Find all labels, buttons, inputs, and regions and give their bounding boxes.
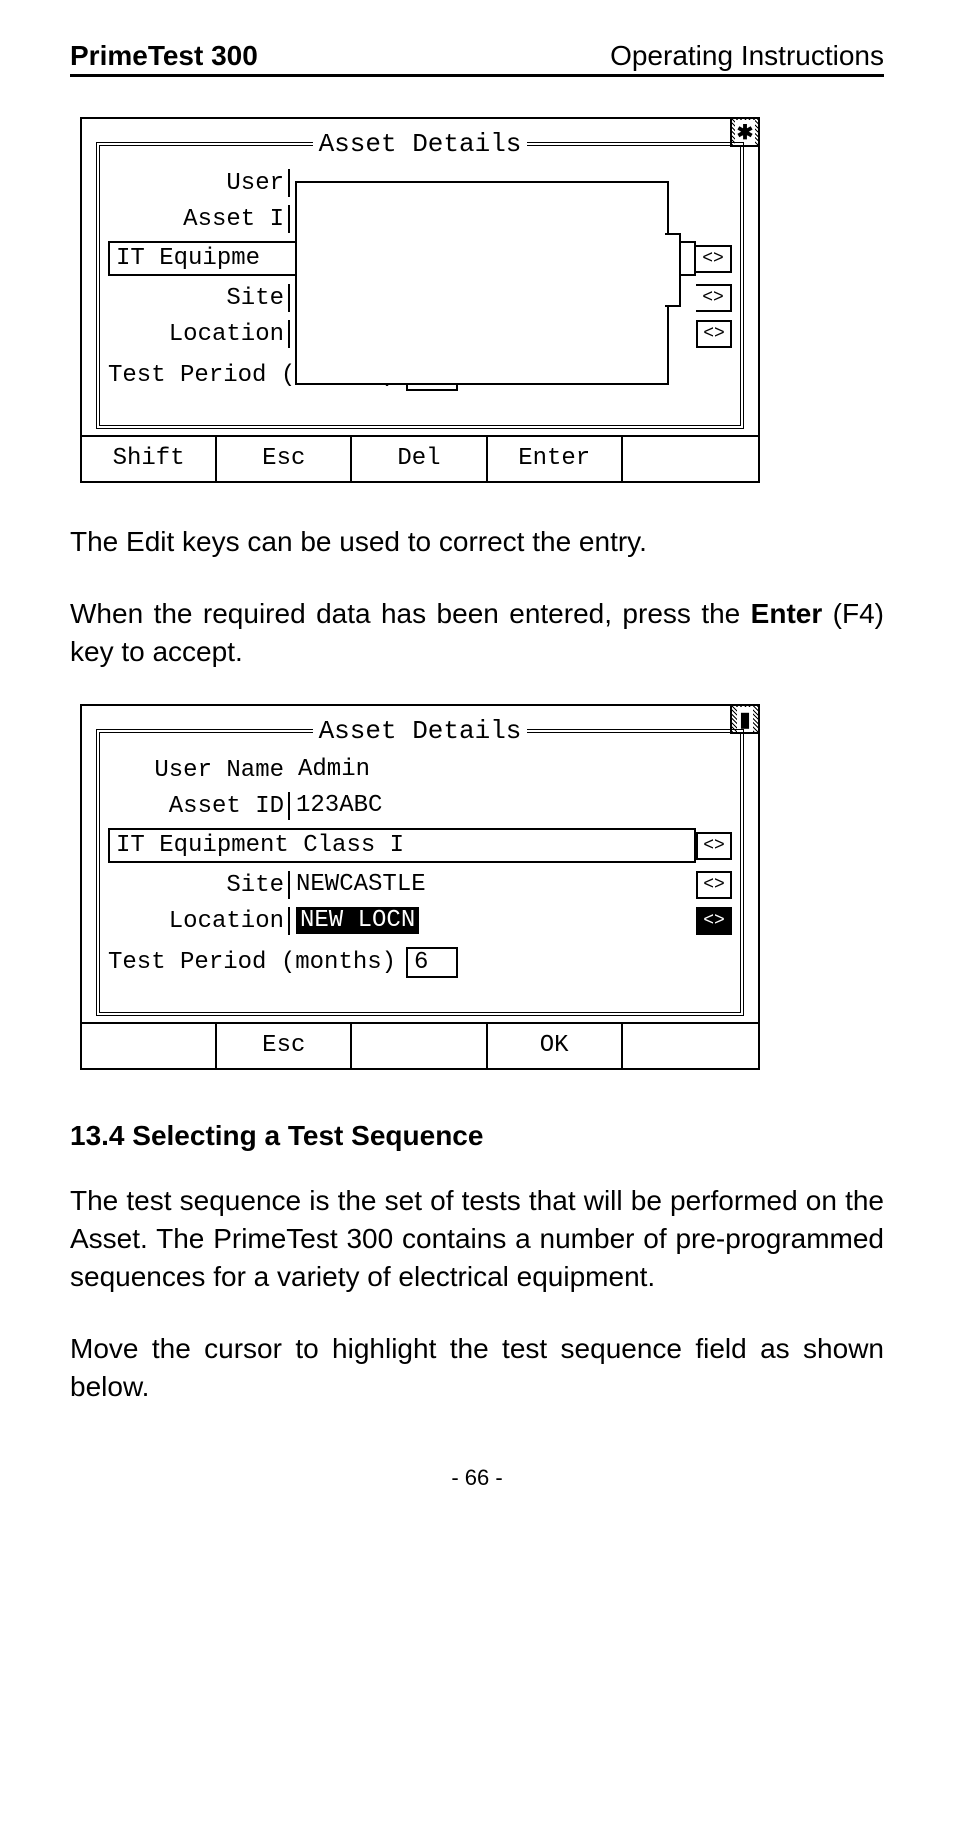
class-arrows-icon[interactable]: <> — [696, 245, 732, 273]
text-entry-popup[interactable] — [295, 181, 669, 385]
site-label-2: Site — [108, 872, 288, 899]
paragraph-move-cursor: Move the cursor to highlight the test se… — [70, 1330, 884, 1406]
test-class-field-2[interactable]: IT Equipment Class I — [108, 828, 696, 863]
asset-details-panel-2: Asset Details User Name Admin Asset ID 1… — [96, 716, 744, 1016]
page-number: - 66 - — [70, 1465, 884, 1491]
softkey-del[interactable]: Del — [352, 437, 487, 481]
location-label: Location — [108, 321, 288, 348]
device-screenshot-1: ✱ Asset Details User Asset I IT Equipme … — [80, 117, 760, 483]
location-value-2-text: NEW LOCN — [296, 907, 419, 934]
header-title-left: PrimeTest 300 — [70, 40, 258, 72]
softkey-blank-1 — [82, 1024, 217, 1068]
site-value-2[interactable]: NEWCASTLE — [288, 871, 696, 899]
page-header: PrimeTest 300 Operating Instructions — [70, 40, 884, 77]
softkey-shift[interactable]: Shift — [82, 437, 217, 481]
para2-pre: When the required data has been entered,… — [70, 598, 751, 629]
header-title-right: Operating Instructions — [610, 40, 884, 72]
section-heading: 13.4 Selecting a Test Sequence — [70, 1120, 884, 1152]
location-value-2[interactable]: NEW LOCN — [288, 907, 696, 935]
softkey-blank-2 — [352, 1024, 487, 1068]
softkey-row-2: Esc OK — [82, 1022, 758, 1068]
softkey-enter[interactable]: Enter — [488, 437, 623, 481]
location-label-2: Location — [108, 908, 288, 935]
site-label: Site — [108, 285, 288, 312]
user-name-label: User Name — [108, 757, 288, 784]
panel-title-2: Asset Details — [313, 716, 528, 746]
location-arrows-icon[interactable]: <> — [696, 320, 732, 348]
softkey-ok[interactable]: OK — [488, 1024, 623, 1068]
asset-id-label-2: Asset ID — [108, 793, 288, 820]
site-arrows-icon-2[interactable]: <> — [696, 871, 732, 899]
softkey-row: Shift Esc Del Enter — [82, 435, 758, 481]
test-period-label-2: Test Period (months) — [108, 949, 396, 976]
document-page: PrimeTest 300 Operating Instructions ✱ A… — [0, 0, 954, 1551]
softkey-esc[interactable]: Esc — [217, 437, 352, 481]
asset-id-value-2[interactable]: 123ABC — [288, 792, 696, 820]
asset-details-panel: Asset Details User Asset I IT Equipme <>… — [96, 129, 744, 429]
paragraph-press-enter: When the required data has been entered,… — [70, 595, 884, 671]
para2-bold: Enter — [751, 598, 823, 629]
panel-title: Asset Details — [313, 129, 528, 159]
user-label: User — [108, 170, 288, 197]
test-period-value-2[interactable]: 6 — [406, 947, 458, 978]
device-screenshot-2: ▮ Asset Details User Name Admin Asset ID… — [80, 704, 760, 1070]
paragraph-test-sequence: The test sequence is the set of tests th… — [70, 1182, 884, 1295]
softkey-esc-2[interactable]: Esc — [217, 1024, 352, 1068]
class-arrows-icon-2[interactable]: <> — [696, 832, 732, 860]
location-arrows-icon-2[interactable]: <> — [696, 907, 732, 935]
user-name-value: Admin — [288, 756, 696, 784]
paragraph-edit-keys: The Edit keys can be used to correct the… — [70, 523, 884, 561]
softkey-blank — [623, 437, 758, 481]
site-arrows-icon[interactable]: <> — [696, 284, 732, 312]
softkey-blank-3 — [623, 1024, 758, 1068]
asset-id-label: Asset I — [108, 206, 288, 233]
